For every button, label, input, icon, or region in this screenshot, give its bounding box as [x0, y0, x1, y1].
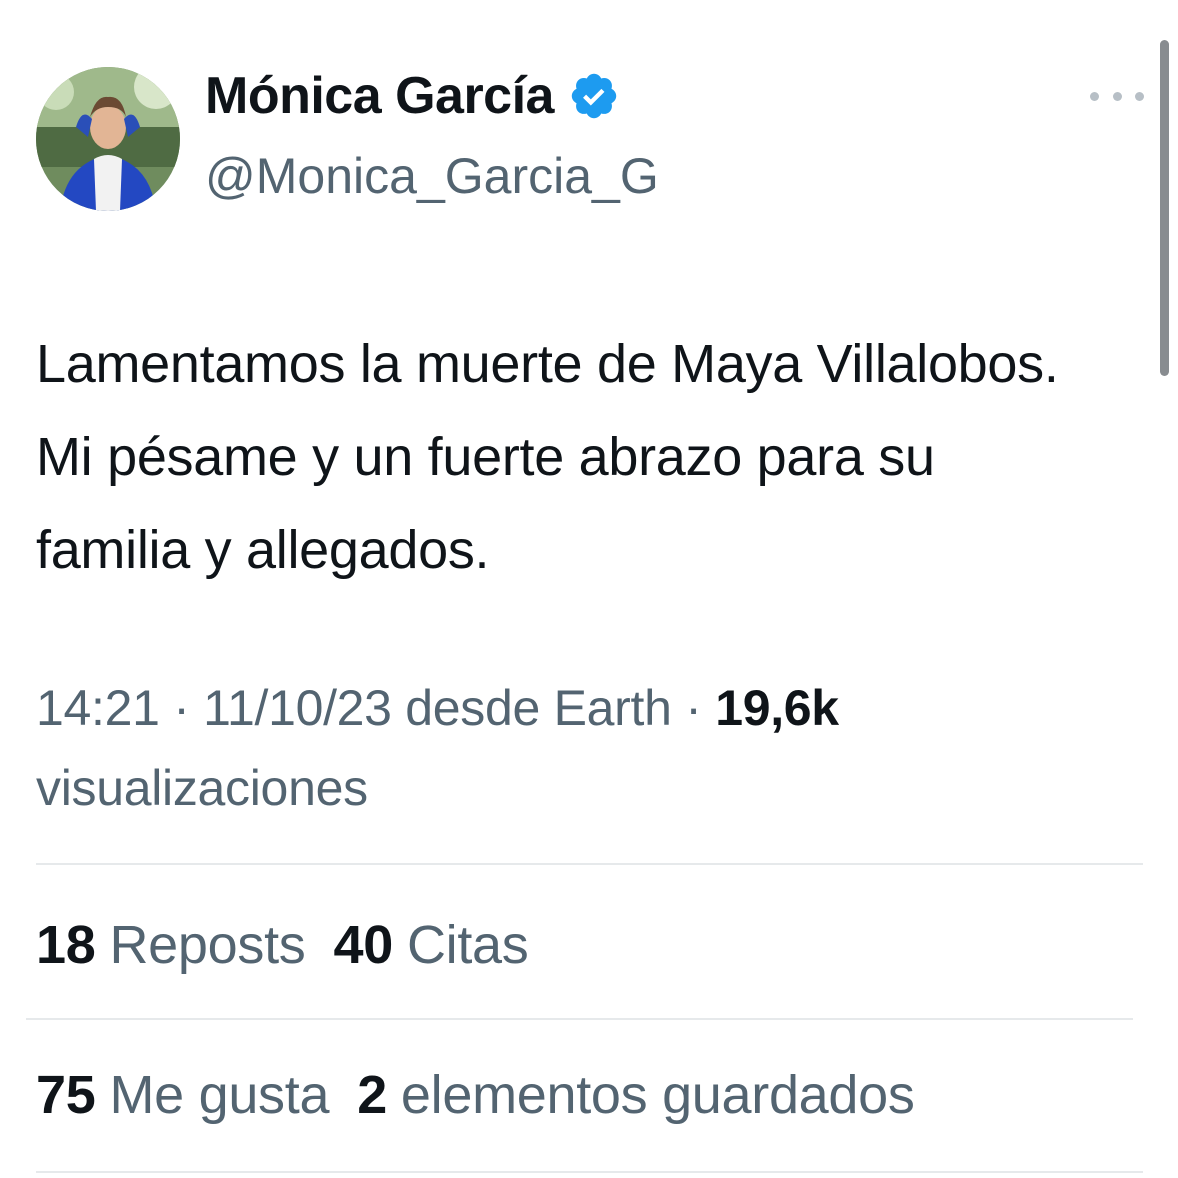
quotes-stat[interactable]: 40 Citas [333, 914, 528, 976]
author-name-row[interactable]: Mónica García [205, 66, 620, 126]
display-name[interactable]: Mónica García [205, 66, 554, 126]
quotes-label: Citas [406, 915, 529, 975]
divider [36, 1171, 1143, 1173]
more-dot [1090, 91, 1099, 101]
tweet-meta: 14:21 · 11/10/23 desde Earth · 19,6k vis… [36, 668, 1116, 828]
tweet-date[interactable]: 11/10/23 [203, 680, 392, 736]
reposts-label: Reposts [109, 915, 306, 975]
divider [36, 863, 1143, 865]
tweet-time[interactable]: 14:21 [36, 680, 160, 736]
reposts-count: 18 [36, 915, 96, 975]
tweet-text: Lamentamos la muerte de Maya Villalobos.… [36, 334, 1059, 580]
quotes-count: 40 [333, 915, 393, 975]
bookmarks-label: elementos guardados [400, 1065, 915, 1125]
tweet-source: desde Earth [405, 680, 672, 736]
avatar-image [36, 67, 180, 211]
likes-label: Me gusta [109, 1065, 330, 1125]
stats-row-engagement: 18 Reposts 40 Citas [36, 910, 556, 980]
meta-separator: · [173, 680, 190, 736]
verified-badge-icon [568, 70, 620, 122]
avatar[interactable] [36, 67, 180, 211]
stats-row-likes: 75 Me gusta 2 elementos guardados [36, 1060, 943, 1130]
more-dot [1135, 91, 1144, 101]
likes-stat[interactable]: 75 Me gusta [36, 1064, 329, 1126]
views-count: 19,6k [715, 680, 839, 736]
meta-separator: · [685, 680, 702, 736]
reposts-stat[interactable]: 18 Reposts [36, 914, 306, 976]
likes-count: 75 [36, 1065, 96, 1125]
views-label: visualizaciones [36, 760, 368, 816]
more-horizontal-icon[interactable] [1090, 82, 1144, 110]
author-handle[interactable]: @Monica_Garcia_G [205, 146, 659, 206]
bookmarks-count: 2 [357, 1065, 387, 1125]
scrollbar[interactable] [1160, 40, 1169, 376]
more-dot [1112, 91, 1122, 101]
divider [26, 1018, 1133, 1020]
bookmarks-stat[interactable]: 2 elementos guardados [357, 1064, 915, 1126]
